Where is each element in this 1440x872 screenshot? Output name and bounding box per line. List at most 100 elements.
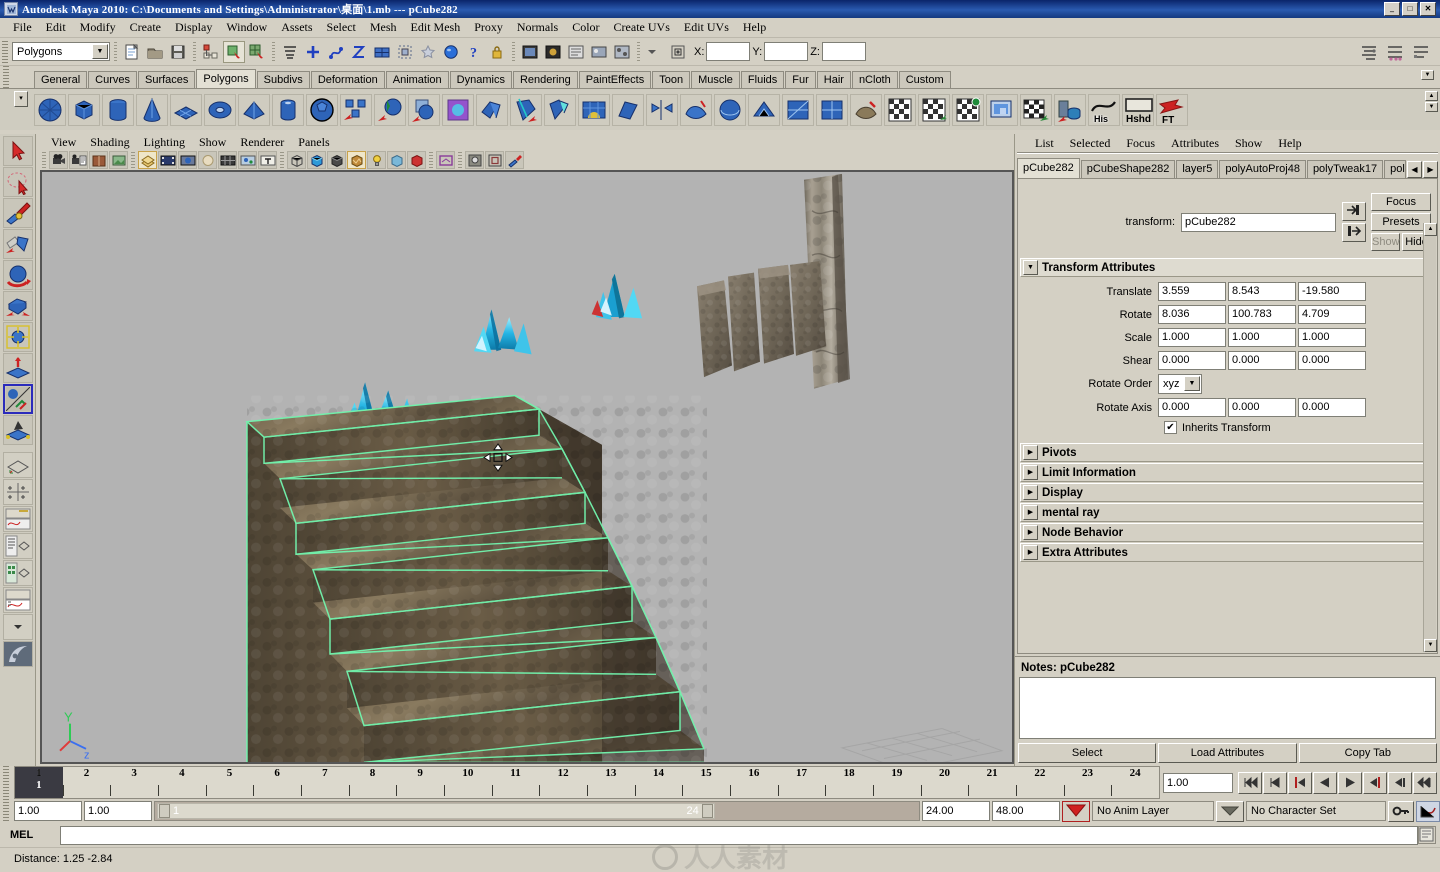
range-right-handle[interactable] (701, 804, 713, 818)
ae-tab-pcube282[interactable]: pCube282 (1017, 158, 1080, 178)
ae-menu-focus[interactable]: Focus (1118, 136, 1163, 151)
shear-xy-field[interactable]: 0.000 (1158, 351, 1226, 370)
mel-command-input[interactable] (60, 825, 1418, 845)
attribute-editor-scrollbar[interactable]: ▲ ▼ (1423, 223, 1437, 652)
menu-display[interactable]: Display (168, 18, 219, 37)
go-to-start-button[interactable] (1238, 771, 1262, 794)
save-scene-icon[interactable] (167, 41, 189, 63)
triangulate-icon[interactable] (782, 93, 814, 126)
rotate-z-field[interactable]: 4.709 (1298, 305, 1366, 324)
play-backwards-button[interactable] (1313, 771, 1337, 794)
shelf-grip[interactable] (3, 66, 9, 88)
layout-single-perspective-icon[interactable] (2, 452, 33, 478)
scale-x-field[interactable]: 1.000 (1158, 328, 1226, 347)
menu-proxy[interactable]: Proxy (467, 18, 510, 37)
reduce-icon[interactable] (748, 93, 780, 126)
show-hide-attribute-editor-icon[interactable] (1358, 41, 1380, 63)
viewport-menu-renderer[interactable]: Renderer (233, 135, 291, 150)
select-by-object-icon[interactable] (223, 40, 245, 63)
range-grip[interactable] (3, 799, 9, 823)
viewport-menu-view[interactable]: View (44, 135, 83, 150)
close-button[interactable]: ✕ (1420, 2, 1436, 16)
menu-color[interactable]: Color (565, 18, 606, 37)
transfer-attributes-icon[interactable] (1054, 93, 1086, 126)
snap-to-grid-icon[interactable] (302, 41, 324, 63)
select-camera-icon[interactable] (49, 151, 68, 169)
resolution-gate-icon[interactable] (178, 151, 197, 169)
combine-icon[interactable] (340, 93, 372, 126)
section-display[interactable]: ▶ Display (1020, 483, 1435, 502)
occlusion-icon[interactable] (407, 151, 426, 169)
snap-to-point-icon[interactable] (348, 41, 370, 63)
ae-tab-polytweak17[interactable]: polyTweak17 (1306, 160, 1384, 178)
open-scene-icon[interactable] (144, 41, 166, 63)
focus-button[interactable]: Focus (1371, 193, 1431, 211)
view-cube-icon[interactable] (485, 151, 504, 169)
step-forward-key-button[interactable] (1388, 771, 1412, 794)
script-editor-icon[interactable] (1418, 826, 1436, 844)
range-slider-handle[interactable]: 1 24 (157, 803, 715, 819)
ae-tab-layer5[interactable]: layer5 (1176, 160, 1219, 178)
light-toggle-icon[interactable] (367, 151, 386, 169)
section-mental-ray[interactable]: ▶ mental ray (1020, 503, 1435, 522)
shelf-tab-dynamics[interactable]: Dynamics (449, 71, 512, 88)
extrude-icon[interactable] (476, 93, 508, 126)
boolean-icon[interactable] (408, 93, 440, 126)
chevron-right-icon[interactable]: ▶ (1023, 445, 1038, 460)
anim-layer-dropdown-icon[interactable] (1216, 800, 1244, 822)
menu-edit-uvs[interactable]: Edit UVs (677, 18, 736, 37)
current-time-field[interactable]: 1.00 (1163, 772, 1233, 793)
copy-tab-button[interactable]: Copy Tab (1298, 743, 1437, 763)
polygon-prism-icon[interactable] (238, 93, 270, 126)
polygon-plane-icon[interactable] (170, 93, 202, 126)
section-node-behavior[interactable]: ▶ Node Behavior (1020, 523, 1435, 542)
shelf-tab-muscle[interactable]: Muscle (691, 71, 740, 88)
component-mask-icon[interactable] (279, 41, 301, 63)
menu-edit-mesh[interactable]: Edit Mesh (404, 18, 468, 37)
maximize-button[interactable]: □ (1402, 2, 1418, 16)
sculpt-geometry-icon[interactable] (680, 93, 712, 126)
shelf-menu-icon[interactable]: ▾ (14, 91, 28, 107)
ae-tab-polyautoproj48[interactable]: polyAutoProj48 (1219, 160, 1306, 178)
shelf-tab-deformation[interactable]: Deformation (310, 71, 385, 88)
chevron-down-icon[interactable]: ▼ (92, 44, 108, 59)
hardware-shading-icon[interactable]: Hshd (1122, 93, 1154, 126)
xray-icon[interactable] (238, 151, 257, 169)
play-forwards-button[interactable] (1338, 771, 1362, 794)
shelf-tab-curves[interactable]: Curves (88, 71, 137, 88)
menu-normals[interactable]: Normals (510, 18, 565, 37)
key-icon[interactable] (1388, 800, 1414, 822)
show-manipulator-tool-icon[interactable] (2, 415, 33, 445)
scroll-up-icon[interactable]: ▲ (1424, 223, 1437, 236)
wedge-face-icon[interactable] (612, 93, 644, 126)
shelf-tab-hair[interactable]: Hair (816, 71, 851, 88)
split-polygon-icon[interactable] (510, 93, 542, 126)
statusline-grip[interactable] (2, 40, 8, 63)
render-settings-icon[interactable] (565, 41, 587, 63)
rotate-y-field[interactable]: 100.783 (1228, 305, 1296, 324)
select-by-hierarchy-icon[interactable] (200, 41, 222, 63)
xray-joints-icon[interactable] (465, 151, 484, 169)
polygon-sphere-icon[interactable] (34, 93, 66, 126)
menu-create[interactable]: Create (123, 18, 168, 37)
menu-window[interactable]: Window (219, 18, 274, 37)
shelf-overflow-icon[interactable]: ▼ (1421, 70, 1434, 80)
ae-menu-selected[interactable]: Selected (1062, 136, 1119, 151)
playback-end-field[interactable]: 48.00 (992, 801, 1060, 821)
uv-layout-icon[interactable] (952, 93, 984, 126)
shelf-tab-polygons[interactable]: Polygons (196, 69, 256, 88)
select-by-component-icon[interactable] (246, 41, 268, 63)
universal-manipulator-icon[interactable] (2, 322, 33, 352)
go-to-end-button[interactable] (1413, 771, 1437, 794)
select-node-out-icon[interactable] (1342, 223, 1366, 242)
presets-button[interactable]: Presets (1371, 213, 1431, 231)
wireframe-shading-icon[interactable] (287, 151, 306, 169)
perspective-viewport[interactable]: Y z (40, 169, 1014, 764)
node-name-field[interactable]: pCube282 (1181, 212, 1336, 232)
layout-persp-outliner-icon[interactable] (2, 533, 33, 559)
mel-label[interactable]: MEL (10, 829, 60, 841)
chevron-right-icon[interactable]: ▶ (1023, 525, 1038, 540)
bridge-icon[interactable] (578, 93, 610, 126)
shelf-tab-fluids[interactable]: Fluids (740, 71, 785, 88)
auto-keyframe-toggle-icon[interactable] (1062, 800, 1090, 822)
